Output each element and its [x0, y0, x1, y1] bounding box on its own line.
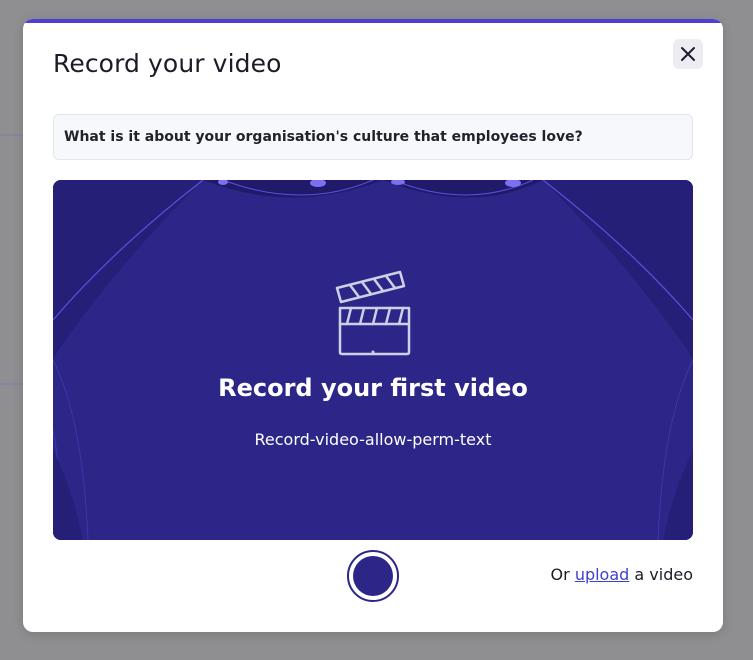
stage-heading: Record your first video [218, 374, 528, 402]
record-video-modal: Record your video What is it about your … [23, 19, 723, 632]
close-button[interactable] [673, 39, 703, 69]
clapperboard-icon [335, 270, 411, 356]
record-button[interactable] [347, 550, 399, 602]
upload-option: Or upload a video [551, 565, 693, 584]
modal-accent-bar [23, 19, 723, 23]
curtain-decoration [53, 180, 693, 540]
modal-title: Record your video [53, 49, 282, 78]
upload-suffix-text: a video [634, 565, 693, 584]
stage-permission-text: Record-video-allow-perm-text [254, 430, 492, 449]
question-prompt: What is it about your organisation's cul… [53, 114, 693, 160]
record-dot-icon [353, 556, 393, 596]
upload-prefix-text: Or [550, 565, 570, 584]
close-icon [681, 47, 695, 61]
background-divider [0, 134, 23, 136]
video-preview-area: Record your first video Record-video-all… [53, 180, 693, 540]
upload-link[interactable]: upload [575, 565, 630, 584]
background-divider [0, 383, 23, 385]
